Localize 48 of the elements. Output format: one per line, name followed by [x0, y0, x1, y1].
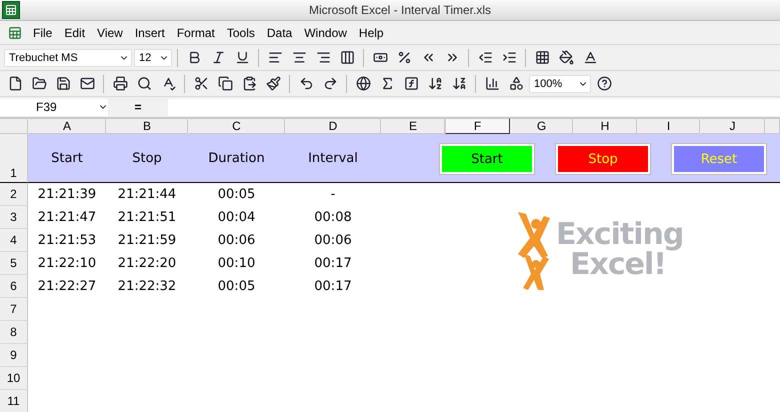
logo-text: Exciting	[556, 220, 684, 250]
row-header[interactable]: 1	[0, 134, 28, 183]
logo-text: Excel!	[570, 250, 666, 280]
row-header[interactable]: 3	[0, 206, 28, 229]
column-header[interactable]: F	[445, 118, 510, 134]
header-cell	[381, 134, 445, 183]
column-header[interactable]: H	[573, 118, 637, 134]
row-header[interactable]: 10	[0, 367, 28, 390]
menu-item[interactable]: File	[28, 24, 58, 42]
row-header[interactable]: 8	[0, 321, 28, 344]
font-name-field[interactable]: Trebuchet MS	[4, 48, 132, 66]
row-header[interactable]: 5	[0, 252, 28, 275]
row-header[interactable]: 2	[0, 183, 28, 206]
name-box[interactable]: F39	[0, 98, 108, 116]
formula-equals-sign: =	[133, 100, 142, 114]
row-header[interactable]: 7	[0, 298, 28, 321]
column-header[interactable]: J	[700, 118, 765, 134]
row-header[interactable]: 11	[0, 390, 28, 412]
column-title: Stop	[106, 134, 188, 183]
column-header[interactable]: B	[106, 118, 188, 134]
zoom-field[interactable]: 100%	[529, 74, 591, 92]
menu-item[interactable]: View	[92, 24, 128, 42]
menu-item[interactable]: Window	[299, 24, 352, 42]
column-header[interactable]: E	[381, 118, 445, 134]
menu-item[interactable]: Data	[262, 24, 298, 42]
menu-item[interactable]: Help	[354, 24, 389, 42]
menu-item[interactable]: Insert	[130, 24, 170, 42]
macro-button[interactable]: Start	[440, 144, 534, 174]
menu-item[interactable]: Tools	[222, 24, 260, 42]
column-header[interactable]: I	[637, 118, 700, 134]
column-header[interactable]: C	[188, 118, 285, 134]
menu-item[interactable]: Edit	[59, 24, 90, 42]
row-header[interactable]: 9	[0, 344, 28, 367]
column-title: Duration	[188, 134, 285, 183]
window-title: Microsoft Excel - Interval Timer.xls	[308, 3, 492, 17]
formula-input[interactable]	[168, 98, 780, 116]
spreadsheet-icon	[2, 1, 20, 19]
column-header[interactable]: G	[510, 118, 573, 134]
header-cell	[765, 134, 780, 183]
column-title: Interval	[285, 134, 381, 183]
font-size-field[interactable]: 12	[134, 48, 172, 66]
row-header[interactable]: 4	[0, 229, 28, 252]
column-header[interactable]: A	[28, 118, 106, 134]
column-header[interactable]: D	[285, 118, 381, 134]
macro-button[interactable]: Stop	[556, 144, 650, 174]
row-header[interactable]: 6	[0, 275, 28, 298]
menu-item[interactable]: Format	[172, 24, 220, 42]
column-title: Start	[28, 134, 106, 183]
